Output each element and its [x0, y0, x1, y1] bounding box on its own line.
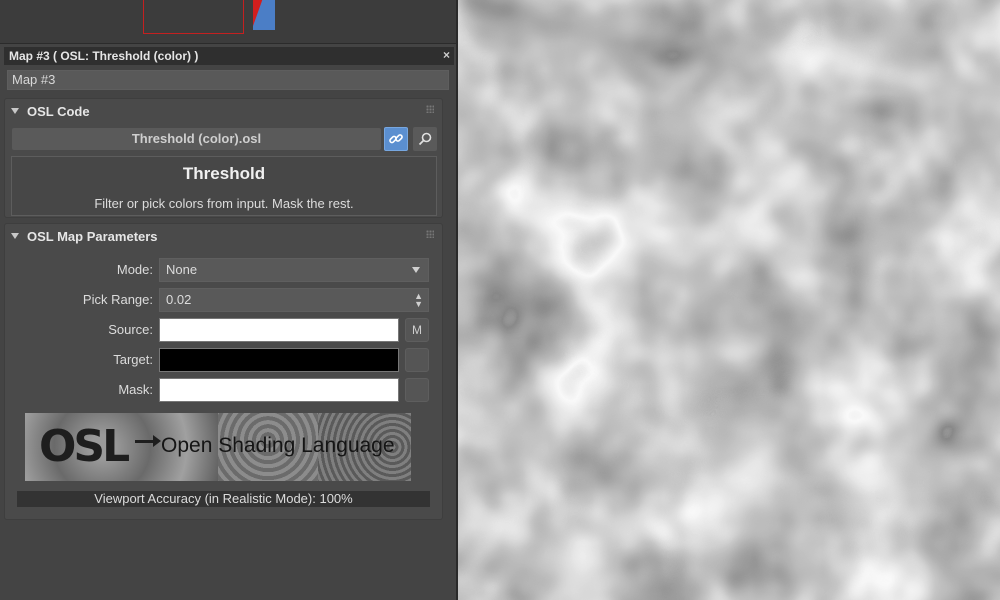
noise-preview-image [458, 0, 1000, 600]
osl-banner-image: OSL Open Shading Language [25, 413, 411, 481]
map-name-field[interactable]: Map #3 [7, 70, 449, 90]
osl-code-rollout: OSL Code Threshold (color).osl Threshold… [4, 98, 443, 218]
osl-params-rollout-header[interactable]: OSL Map Parameters [5, 224, 442, 248]
mode-dropdown[interactable]: None [159, 258, 429, 282]
osl-file-button[interactable]: Threshold (color).osl [12, 128, 381, 150]
map-title-bar: Map #3 ( OSL: Threshold (color) ) × [4, 47, 454, 65]
target-map-button[interactable] [405, 348, 429, 372]
active-sample-slot[interactable] [143, 0, 244, 34]
spinner-arrows-icon[interactable]: ▲ ▼ [414, 292, 423, 309]
source-map-button[interactable]: M [405, 318, 429, 342]
sample-slot-thumbnail[interactable] [253, 0, 275, 30]
mask-label: Mask: [118, 382, 153, 397]
target-label: Target: [113, 352, 153, 367]
osl-code-rollout-header[interactable]: OSL Code [5, 99, 442, 123]
shader-description: Filter or pick colors from input. Mask t… [94, 196, 354, 211]
pick-range-row: Pick Range: 0.02 ▲ ▼ [5, 288, 444, 312]
sample-slots-strip [0, 0, 456, 44]
mode-row: Mode: None [5, 258, 444, 282]
link-icon [389, 134, 403, 144]
shader-info-box: Threshold Filter or pick colors from inp… [11, 156, 437, 216]
source-label: Source: [108, 322, 153, 337]
mask-row: Mask: [5, 378, 444, 402]
link-button[interactable] [384, 127, 408, 151]
mask-color-swatch[interactable] [159, 378, 399, 402]
viewport-accuracy-label: Viewport Accuracy (in Realistic Mode): 1… [17, 491, 430, 507]
shader-title: Threshold [182, 164, 266, 183]
source-color-swatch[interactable] [159, 318, 399, 342]
mode-value: None [166, 262, 198, 277]
material-editor-panel: Map #3 ( OSL: Threshold (color) ) × Map … [0, 0, 456, 600]
osl-logo: OSL [39, 421, 130, 472]
osl-params-title: OSL Map Parameters [27, 228, 158, 244]
grip-icon[interactable] [426, 230, 434, 238]
chevron-down-icon [412, 267, 420, 273]
material-preview-viewport[interactable] [458, 0, 1000, 600]
magnifier-icon [418, 132, 432, 146]
find-button[interactable] [413, 127, 437, 151]
mode-label: Mode: [116, 262, 153, 277]
osl-map-parameters-rollout: OSL Map Parameters Mode: None Pick Range… [4, 223, 443, 520]
logo-arrow-icon [135, 435, 161, 447]
map-title: Map #3 ( OSL: Threshold (color) ) [9, 49, 199, 63]
pick-range-value: 0.02 [166, 292, 192, 307]
osl-code-title: OSL Code [27, 103, 90, 119]
banner-text: Open Shading Language [161, 434, 395, 457]
collapse-triangle-icon[interactable] [11, 108, 19, 114]
target-color-swatch[interactable] [159, 348, 399, 372]
target-row: Target: [5, 348, 444, 372]
pick-range-spinner[interactable]: 0.02 ▲ ▼ [159, 288, 429, 312]
mask-map-button[interactable] [405, 378, 429, 402]
source-row: Source: M [5, 318, 444, 342]
close-icon[interactable]: × [443, 48, 450, 62]
grip-icon[interactable] [426, 105, 434, 113]
pick-range-label: Pick Range: [82, 292, 153, 307]
collapse-triangle-icon[interactable] [11, 233, 19, 239]
